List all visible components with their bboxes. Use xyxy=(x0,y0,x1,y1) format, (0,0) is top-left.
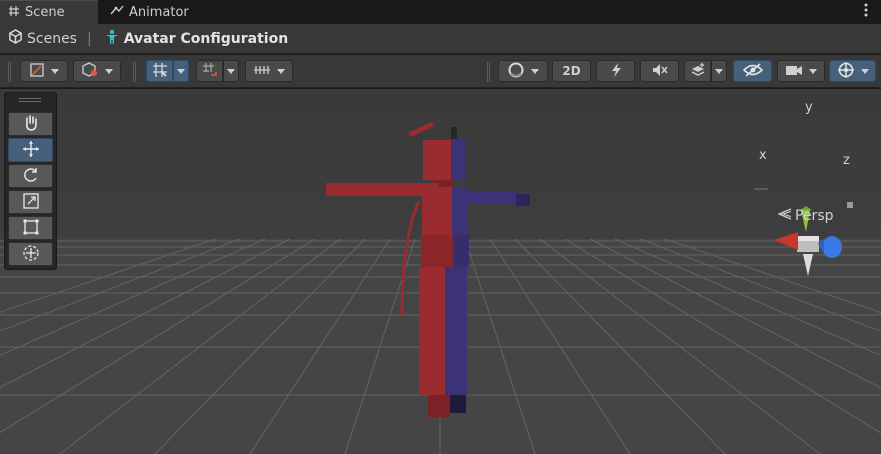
animator-icon xyxy=(110,4,124,20)
gizmo-z-axis[interactable] xyxy=(822,236,842,258)
lighting-toggle[interactable] xyxy=(596,60,635,82)
rect-transform-icon xyxy=(22,218,40,239)
gizmo-mini-cube xyxy=(847,202,853,208)
eye-off-icon xyxy=(742,62,763,80)
tools-overlay xyxy=(4,92,57,270)
scene-viewport[interactable]: x y z xyxy=(0,89,881,454)
breadcrumb-scenes[interactable]: Scenes xyxy=(8,29,77,48)
move-tool[interactable] xyxy=(8,138,53,162)
gizmo-x-axis[interactable] xyxy=(774,232,798,250)
shading-sphere-dropdown[interactable] xyxy=(498,60,548,82)
tools-grip[interactable] xyxy=(19,98,41,102)
draw-mode-dropdown[interactable] xyxy=(20,60,68,82)
increment-snap-toggle[interactable] xyxy=(196,60,223,82)
tab-scene[interactable]: Scene xyxy=(0,0,98,24)
scale-icon xyxy=(22,192,40,213)
audio-toggle[interactable] xyxy=(640,60,679,82)
tab-bar: Scene Animator xyxy=(0,0,881,24)
toolbar-grip[interactable] xyxy=(8,62,11,82)
perspective-icon xyxy=(777,208,792,224)
breadcrumb-current-label: Avatar Configuration xyxy=(123,30,289,47)
grid-icon xyxy=(8,5,20,21)
paint-mode-icon xyxy=(29,62,45,81)
tab-animator[interactable]: Animator xyxy=(106,0,189,24)
wire-cube-icon xyxy=(81,61,99,81)
grid-snap-toggle[interactable] xyxy=(146,60,173,82)
orientation-gizmo[interactable] xyxy=(752,184,877,324)
snap-ruler-dropdown[interactable] xyxy=(245,60,293,82)
more-vert-icon[interactable] xyxy=(863,3,869,19)
unity-cube-icon xyxy=(8,29,23,48)
grid-snap-dropdown[interactable] xyxy=(173,60,189,82)
ruler-icon xyxy=(253,63,271,80)
transform-tool[interactable] xyxy=(8,242,53,266)
camera-icon xyxy=(785,63,803,80)
projection-toggle[interactable]: Persp xyxy=(777,208,834,224)
mute-icon xyxy=(652,63,668,80)
light-icon xyxy=(608,62,624,81)
hand-tool[interactable] xyxy=(8,112,53,136)
gizmos-dropdown[interactable] xyxy=(829,60,876,82)
breadcrumb: Scenes | Avatar Configuration xyxy=(0,24,881,54)
rotate-icon xyxy=(22,166,40,187)
rotate-tool[interactable] xyxy=(8,164,53,188)
effects-dropdown[interactable] xyxy=(711,60,727,82)
effects-toggle[interactable] xyxy=(684,60,711,82)
breadcrumb-root-label: Scenes xyxy=(27,30,77,47)
rect-tool[interactable] xyxy=(8,216,53,240)
gizmo-z-label: z xyxy=(843,153,850,168)
2d-toggle-label: 2D xyxy=(562,64,581,78)
2d-toggle[interactable]: 2D xyxy=(552,60,591,82)
transform-icon xyxy=(22,244,40,265)
scene-toolbar: 2D xyxy=(0,55,881,88)
grid-snap-icon xyxy=(152,62,168,81)
tab-animator-label: Animator xyxy=(129,4,189,20)
sphere-icon xyxy=(507,61,525,82)
scale-tool[interactable] xyxy=(8,190,53,214)
increment-snap-icon xyxy=(202,62,218,81)
breadcrumb-avatar-config: Avatar Configuration xyxy=(104,29,288,49)
gizmo-icon xyxy=(837,61,855,82)
avatar-icon xyxy=(104,29,120,49)
camera-dropdown[interactable] xyxy=(777,60,825,82)
layers-icon xyxy=(690,62,706,81)
shading-mode-dropdown[interactable] xyxy=(73,60,121,82)
gizmo-y-label: y xyxy=(805,100,813,115)
gizmo-x-label: x xyxy=(759,148,767,163)
increment-snap-dropdown[interactable] xyxy=(223,60,239,82)
toolbar-grip-3[interactable] xyxy=(487,62,490,82)
hidden-objects-toggle[interactable] xyxy=(733,60,772,82)
hand-icon xyxy=(22,114,40,135)
projection-label: Persp xyxy=(795,208,834,224)
move-icon xyxy=(22,140,40,161)
toolbar-grip-2[interactable] xyxy=(133,62,136,82)
gizmo-neg-y-axis[interactable] xyxy=(803,254,813,276)
breadcrumb-separator: | xyxy=(86,30,92,47)
tab-scene-label: Scene xyxy=(25,5,65,20)
scene-view-render xyxy=(0,89,881,454)
